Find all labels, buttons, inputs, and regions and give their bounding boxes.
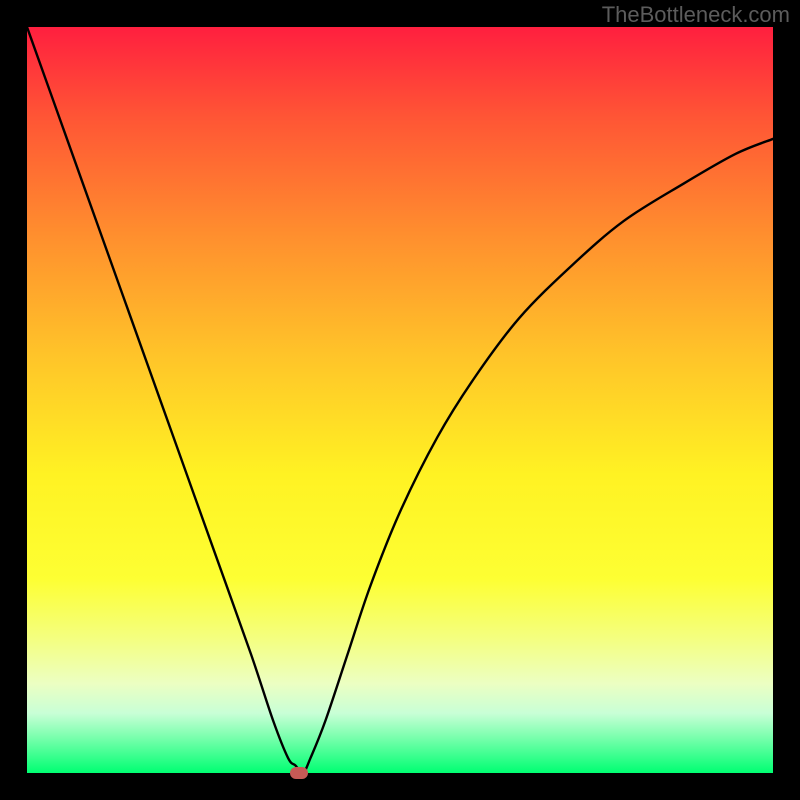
chart-container: TheBottleneck.com — [0, 0, 800, 800]
plot-area — [27, 27, 773, 773]
bottleneck-curve-path — [27, 27, 773, 773]
curve-svg — [27, 27, 773, 773]
min-marker — [290, 767, 308, 779]
watermark-text: TheBottleneck.com — [602, 2, 790, 28]
